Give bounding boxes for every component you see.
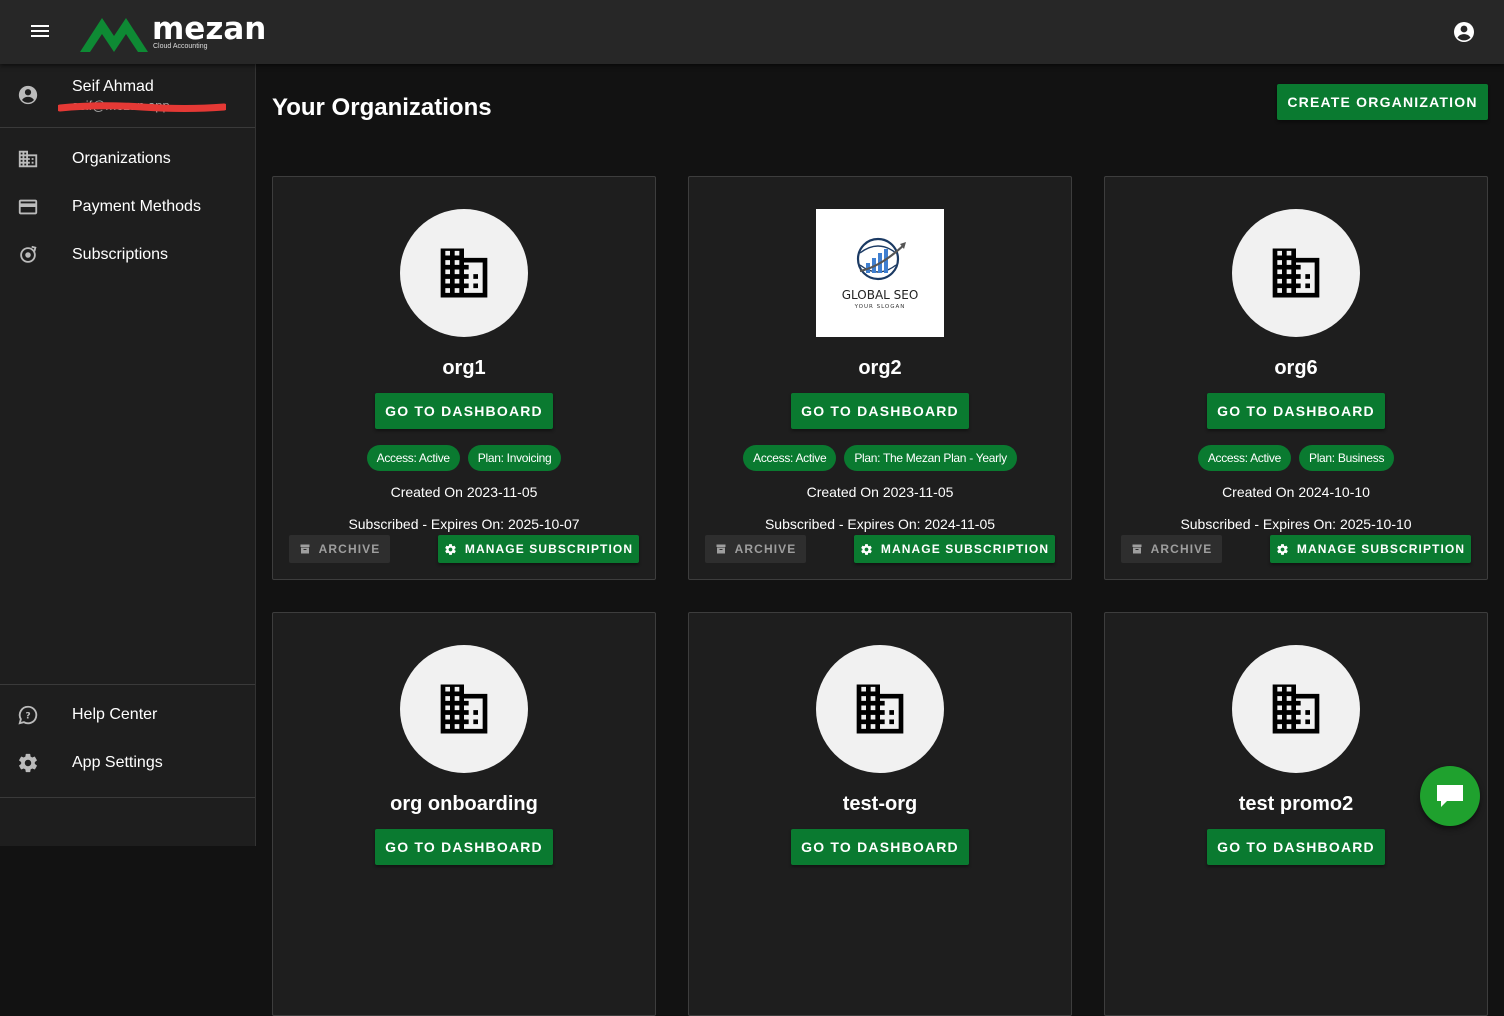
logo-name: mezan xyxy=(152,10,267,47)
archive-label: ARCHIVE xyxy=(1150,542,1213,556)
archive-label: ARCHIVE xyxy=(734,542,797,556)
global-seo-logo-icon: GLOBAL SEO YOUR SLOGAN xyxy=(842,237,919,310)
status-chips: Access: Active Plan: Invoicing xyxy=(273,445,655,471)
manage-subscription-button[interactable]: MANAGE SUBSCRIPTION xyxy=(1270,535,1471,563)
go-to-dashboard-button[interactable]: GO TO DASHBOARD xyxy=(375,393,553,429)
plan-badge: Plan: Invoicing xyxy=(467,445,562,471)
org-card: test-org GO TO DASHBOARD xyxy=(688,612,1072,1016)
sidebar-item-payment-methods[interactable]: Payment Methods xyxy=(0,184,255,232)
go-to-dashboard-button[interactable]: GO TO DASHBOARD xyxy=(1207,393,1385,429)
building-icon xyxy=(440,248,488,298)
account-circle-icon[interactable] xyxy=(1452,20,1476,44)
mezan-logo[interactable]: mezan Cloud Accounting xyxy=(80,10,266,54)
building-icon xyxy=(1272,248,1320,298)
subscription-expiry: Subscribed - Expires On: 2025-10-07 xyxy=(348,516,580,532)
logo-subtitle: Cloud Accounting xyxy=(153,42,208,50)
org-card: org6 GO TO DASHBOARD Access: Active Plan… xyxy=(1104,176,1488,580)
access-badge: Access: Active xyxy=(1197,445,1291,471)
sidebar-item-subscriptions[interactable]: Subscriptions xyxy=(0,232,255,280)
sidebar-item-label: Payment Methods xyxy=(72,198,201,215)
credit-card-icon xyxy=(17,196,39,223)
org-card: org onboarding GO TO DASHBOARD xyxy=(272,612,656,1016)
page-title: Your Organizations xyxy=(272,94,492,121)
go-to-dashboard-button[interactable]: GO TO DASHBOARD xyxy=(791,393,969,429)
created-date: Created On 2024-10-10 xyxy=(1222,484,1370,500)
sidebar-item-organizations[interactable]: Organizations xyxy=(0,136,255,184)
go-to-dashboard-button[interactable]: GO TO DASHBOARD xyxy=(791,829,969,865)
org-name: org2 xyxy=(858,357,902,379)
org-avatar xyxy=(816,645,944,773)
plan-badge: Plan: The Mezan Plan - Yearly xyxy=(844,445,1017,471)
status-chips: Access: Active Plan: The Mezan Plan - Ye… xyxy=(689,445,1071,471)
manage-subscription-button[interactable]: MANAGE SUBSCRIPTION xyxy=(438,535,639,563)
manage-label: MANAGE SUBSCRIPTION xyxy=(1296,542,1466,556)
mezan-logo-mark-icon xyxy=(80,18,148,52)
sidebar-item-help-center[interactable]: ? Help Center xyxy=(0,692,255,740)
created-date: Created On 2023-11-05 xyxy=(390,484,538,500)
gear-icon xyxy=(17,752,39,779)
org-name: org6 xyxy=(1274,357,1318,379)
archive-icon xyxy=(716,544,726,554)
app-bar: mezan Cloud Accounting xyxy=(0,0,1504,64)
sidebar-item-label: Help Center xyxy=(72,706,158,723)
archive-button[interactable]: ARCHIVE xyxy=(705,535,806,563)
subscription-expiry: Subscribed - Expires On: 2024-11-05 xyxy=(764,516,996,532)
sidebar-item-label: App Settings xyxy=(72,754,163,771)
help-chat-icon: ? xyxy=(17,704,39,731)
building-icon xyxy=(17,148,39,175)
org-card: GLOBAL SEO YOUR SLOGAN org2 GO TO DASHBO… xyxy=(688,176,1072,580)
sidebar: Seif Ahmad seif@mezan.app Organizations … xyxy=(0,64,256,846)
logo-title-text: GLOBAL SEO xyxy=(842,288,919,302)
created-date: Created On 2023-11-05 xyxy=(806,484,954,500)
create-organization-button[interactable]: CREATE ORGANIZATION xyxy=(1277,84,1488,120)
go-to-dashboard-button[interactable]: GO TO DASHBOARD xyxy=(375,829,553,865)
subscription-expiry: Subscribed - Expires On: 2025-10-10 xyxy=(1180,516,1412,532)
access-badge: Access: Active xyxy=(366,445,460,471)
building-icon xyxy=(1272,684,1320,734)
org-name: org1 xyxy=(442,357,486,379)
manage-label: MANAGE SUBSCRIPTION xyxy=(880,542,1050,556)
org-avatar xyxy=(1232,645,1360,773)
gear-icon xyxy=(861,543,872,555)
live-chat-button[interactable] xyxy=(1420,766,1480,826)
chat-bubble-icon xyxy=(1437,785,1463,807)
gear-icon xyxy=(1277,543,1288,555)
plan-badge: Plan: Business xyxy=(1298,445,1395,471)
gear-icon xyxy=(445,543,456,555)
org-card: org1 GO TO DASHBOARD Access: Active Plan… xyxy=(272,176,656,580)
user-profile[interactable]: Seif Ahmad seif@mezan.app xyxy=(0,64,255,128)
org-avatar xyxy=(1232,209,1360,337)
org-logo: GLOBAL SEO YOUR SLOGAN xyxy=(816,209,944,337)
sidebar-divider xyxy=(0,797,255,798)
logo-slogan-text: YOUR SLOGAN xyxy=(854,304,906,310)
org-avatar xyxy=(400,209,528,337)
svg-text:?: ? xyxy=(25,711,30,722)
building-icon xyxy=(440,684,488,734)
org-name: test-org xyxy=(842,793,918,815)
sidebar-divider xyxy=(0,684,255,685)
archive-button[interactable]: ARCHIVE xyxy=(1121,535,1222,563)
sidebar-item-label: Subscriptions xyxy=(72,246,169,263)
user-name: Seif Ahmad xyxy=(72,78,154,95)
redaction-mark xyxy=(58,102,226,112)
manage-label: MANAGE SUBSCRIPTION xyxy=(464,542,634,556)
status-chips: Access: Active Plan: Business xyxy=(1105,445,1487,471)
sidebar-item-label: Organizations xyxy=(72,150,171,167)
go-to-dashboard-button[interactable]: GO TO DASHBOARD xyxy=(1207,829,1385,865)
account-circle-icon xyxy=(17,84,39,111)
sidebar-item-app-settings[interactable]: App Settings xyxy=(0,740,255,788)
org-avatar xyxy=(400,645,528,773)
subscription-icon xyxy=(17,244,39,271)
archive-icon xyxy=(1132,544,1142,554)
menu-icon[interactable] xyxy=(28,22,52,42)
archive-label: ARCHIVE xyxy=(318,542,381,556)
org-name: org onboarding xyxy=(390,793,538,815)
building-icon xyxy=(856,684,904,734)
archive-icon xyxy=(300,544,310,554)
manage-subscription-button[interactable]: MANAGE SUBSCRIPTION xyxy=(854,535,1055,563)
main-content: Your Organizations CREATE ORGANIZATION o… xyxy=(256,64,1504,1016)
access-badge: Access: Active xyxy=(743,445,837,471)
archive-button[interactable]: ARCHIVE xyxy=(289,535,390,563)
